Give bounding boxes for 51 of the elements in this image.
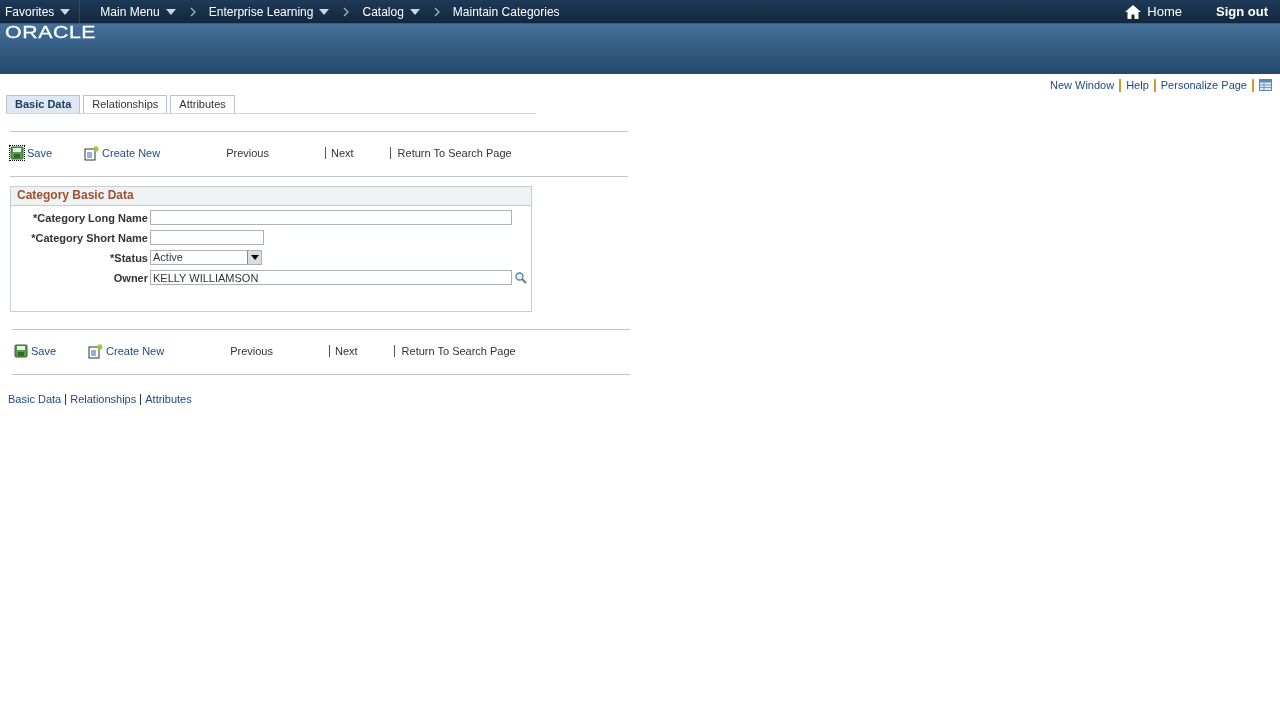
toolbar-link[interactable]: Previous bbox=[226, 147, 269, 159]
dropdown-arrow-icon bbox=[409, 8, 420, 15]
page-link[interactable]: Help bbox=[1126, 79, 1149, 91]
sign-out-link[interactable]: Sign out bbox=[1216, 4, 1268, 19]
new-document-icon bbox=[88, 343, 104, 359]
dropdown-arrow-icon bbox=[319, 8, 330, 15]
save-icon bbox=[14, 344, 28, 358]
toolbar-link[interactable]: Next bbox=[324, 147, 354, 159]
dropdown-arrow-icon bbox=[60, 8, 71, 15]
save-link[interactable]: Save bbox=[10, 146, 53, 160]
page-tab-link[interactable]: Attributes bbox=[145, 393, 192, 405]
field-label: *Category Long Name bbox=[32, 211, 148, 224]
home-link[interactable]: Home bbox=[1147, 4, 1182, 19]
home-icon bbox=[1125, 4, 1142, 19]
tab[interactable]: Basic Data bbox=[6, 95, 81, 113]
save-icon bbox=[10, 146, 24, 160]
new-document-icon bbox=[84, 145, 100, 161]
chevron-icon bbox=[189, 6, 196, 17]
tab[interactable]: Attributes bbox=[170, 95, 235, 113]
nav-menu-item[interactable]: Favorites bbox=[5, 4, 55, 19]
page-link[interactable]: Personalize Page bbox=[1160, 79, 1247, 91]
field-label: Owner bbox=[112, 271, 148, 284]
grid-icon[interactable] bbox=[1259, 79, 1272, 91]
save-link[interactable]: Save bbox=[14, 344, 57, 358]
toolbar-link[interactable]: Next bbox=[328, 345, 358, 357]
status-dropdown[interactable]: Active bbox=[150, 250, 262, 265]
chevron-icon bbox=[343, 6, 350, 17]
toolbar-link[interactable]: Return To Search Page bbox=[393, 345, 516, 357]
section-header: Category Basic Data bbox=[11, 187, 531, 206]
tab[interactable]: Relationships bbox=[83, 95, 168, 113]
chevron-icon bbox=[433, 6, 440, 17]
nav-menu-item[interactable]: Main Menu bbox=[100, 4, 160, 19]
text-field[interactable] bbox=[150, 230, 264, 245]
nav-menu-item[interactable]: Catalog bbox=[362, 4, 404, 19]
create-new-link[interactable]: Create New bbox=[84, 145, 161, 161]
dropdown-arrow-icon bbox=[165, 8, 176, 15]
field-label: *Status bbox=[109, 251, 148, 264]
nav-menu-item[interactable]: Enterprise Learning bbox=[208, 4, 314, 19]
field-label: *Category Short Name bbox=[30, 231, 148, 244]
text-field[interactable]: KELLY WILLIAMSON bbox=[150, 270, 512, 285]
search-icon[interactable] bbox=[515, 271, 527, 284]
create-new-link[interactable]: Create New bbox=[88, 343, 165, 359]
toolbar-link[interactable]: Return To Search Page bbox=[389, 147, 512, 159]
caret-icon bbox=[250, 255, 259, 260]
page-link[interactable]: New Window bbox=[1049, 79, 1115, 91]
page-tab-link[interactable]: Relationships bbox=[70, 393, 137, 405]
logo: ORACLE bbox=[5, 25, 97, 41]
text-field[interactable] bbox=[150, 210, 512, 225]
page-tab-link[interactable]: Basic Data bbox=[8, 393, 62, 405]
nav-menu-item[interactable]: Maintain Categories bbox=[452, 4, 560, 19]
toolbar-link[interactable]: Previous bbox=[230, 345, 273, 357]
